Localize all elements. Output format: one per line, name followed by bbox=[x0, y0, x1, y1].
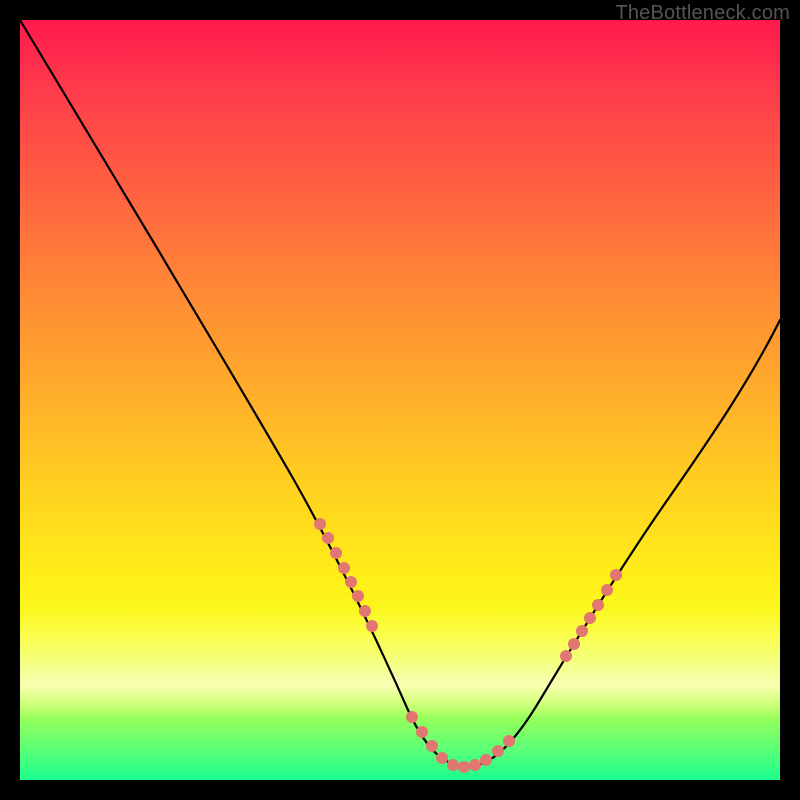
curve-layer bbox=[20, 20, 780, 780]
chart-frame: TheBottleneck.com bbox=[0, 0, 800, 800]
marker-cluster-valley bbox=[406, 711, 515, 773]
plot-area bbox=[20, 20, 780, 780]
watermark-text: TheBottleneck.com bbox=[615, 2, 790, 25]
bottleneck-curve-path bbox=[20, 20, 780, 766]
marker-cluster-left bbox=[314, 518, 378, 632]
